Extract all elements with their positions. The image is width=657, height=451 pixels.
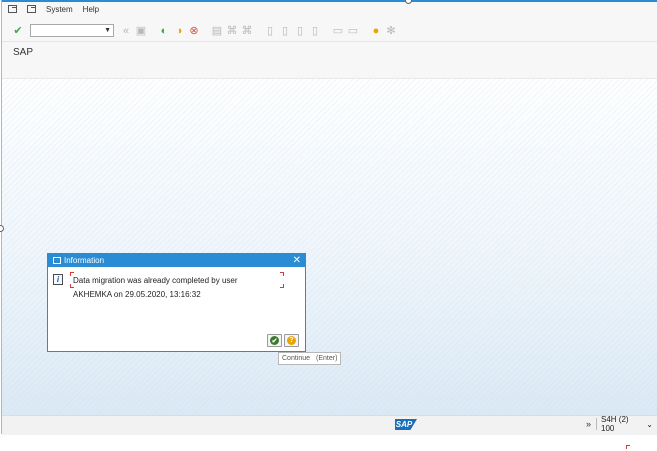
new-session-icon[interactable]: ▭ [332,25,344,37]
exit-icon[interactable]: ◑ [173,25,185,37]
save-icon[interactable]: ▣ [135,25,147,37]
first-page-icon[interactable]: ▯ [264,25,276,37]
screen-title: SAP [13,46,34,58]
frame-corner [280,272,284,276]
tooltip-label: Continue [282,355,311,362]
message-line-1: Data migration was already completed by … [73,276,238,285]
command-input[interactable] [34,25,105,36]
last-page-icon[interactable]: ▯ [309,25,321,37]
cancel-icon[interactable]: ⊗ [188,25,200,37]
message-line-2: AKHEMKA on 29.05.2020, 13:16:32 [73,290,201,299]
chevron-down-icon[interactable]: ⌄ [646,420,653,429]
window-icon [53,257,61,264]
menu-help[interactable]: Help [83,5,99,14]
menu-window-icon[interactable] [8,5,17,13]
info-icon: i [53,274,63,285]
system-info-label: S4H (2) 100 [601,415,629,433]
menu-system[interactable]: System [46,5,73,14]
settings-icon[interactable]: ✻ [385,25,397,37]
help-button[interactable]: ? [284,334,299,347]
system-info[interactable]: S4H (2) 100 ⌄ [596,415,657,433]
frame-corner-mark [626,445,630,449]
screen-title-bar: SAP [2,43,657,61]
continue-tooltip: Continue (Enter) [278,352,342,365]
back-icon[interactable]: ◐ [158,25,170,37]
find-next-icon[interactable]: ⌘ [241,25,253,37]
information-dialog: Information ✕ i Data migration was alrea… [47,253,306,352]
menu-layout-icon[interactable] [27,5,36,13]
checkmark-icon: ✔ [270,336,279,345]
find-icon[interactable]: ⌘ [226,25,238,37]
enter-icon[interactable]: ✔ [12,25,24,37]
shortcut-icon[interactable]: ▭ [347,25,359,37]
previous-page-icon[interactable]: ▯ [279,25,291,37]
chevron-down-icon[interactable]: ▼ [104,27,111,34]
help-icon[interactable]: ● [370,25,382,37]
menu-bar: System Help [2,2,657,16]
double-chevron-left-icon[interactable]: « [120,25,132,37]
dialog-title-bar: Information ✕ [48,254,305,267]
sap-gui-window: System Help ✔ ▼ « ▣ ◐ ◑ ⊗ ▤ ⌘ ⌘ ▯ ▯ ▯ ▯ … [1,0,657,435]
close-icon[interactable]: ✕ [293,254,301,267]
application-toolbar [2,62,657,79]
standard-toolbar: ✔ ▼ « ▣ ◐ ◑ ⊗ ▤ ⌘ ⌘ ▯ ▯ ▯ ▯ ▭ ▭ ● ✻ [2,20,657,42]
dialog-title: Information [64,256,105,265]
command-field[interactable]: ▼ [30,24,114,37]
frame-corner [280,284,284,288]
next-page-icon[interactable]: ▯ [294,25,306,37]
continue-button[interactable]: ✔ [267,334,282,347]
tooltip-shortcut: (Enter) [316,355,338,362]
print-icon[interactable]: ▤ [211,25,223,37]
question-icon: ? [287,336,296,345]
status-expand-icon[interactable]: » [586,419,591,429]
status-bar [2,415,657,435]
